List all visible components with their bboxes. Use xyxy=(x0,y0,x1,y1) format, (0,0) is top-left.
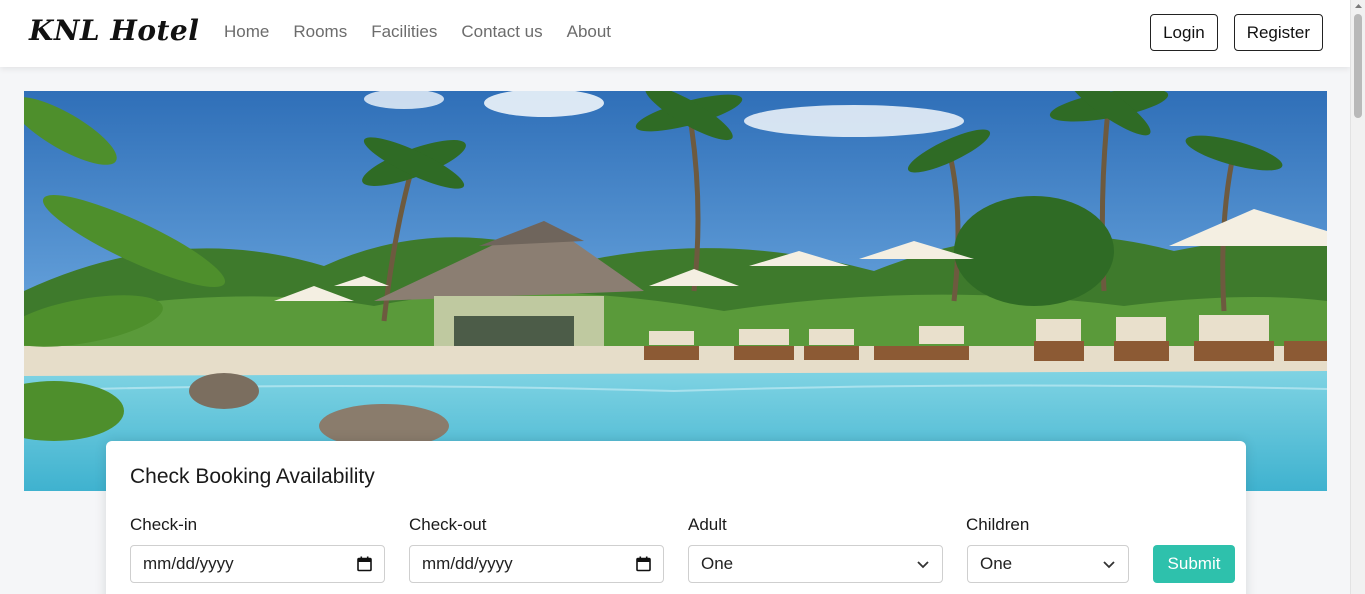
scroll-thumb[interactable] xyxy=(1354,14,1362,118)
booking-title: Check Booking Availability xyxy=(130,465,375,488)
hero-image xyxy=(24,91,1327,491)
page-scrollbar[interactable] xyxy=(1350,0,1365,594)
checkout-date-input[interactable]: mm/dd/yyyy xyxy=(409,545,664,583)
auth-buttons: Login Register xyxy=(1150,14,1323,51)
booking-availability-card: Check Booking Availability Check-in mm/d… xyxy=(106,441,1246,594)
children-label: Children xyxy=(966,515,1030,534)
hero-resort-illustration xyxy=(24,91,1327,491)
chevron-down-icon xyxy=(917,561,929,569)
brand-logo[interactable]: KNL Hotel xyxy=(29,14,199,47)
nav-link-about[interactable]: About xyxy=(567,22,611,42)
checkin-value: mm/dd/yyyy xyxy=(143,554,234,573)
nav-link-rooms[interactable]: Rooms xyxy=(293,22,347,42)
register-button[interactable]: Register xyxy=(1233,14,1323,51)
checkout-value: mm/dd/yyyy xyxy=(422,554,513,573)
calendar-icon[interactable] xyxy=(636,556,651,572)
calendar-icon[interactable] xyxy=(357,556,372,572)
adult-label: Adult xyxy=(688,515,727,534)
children-select[interactable]: One xyxy=(967,545,1129,583)
chevron-down-icon xyxy=(1103,561,1115,569)
adult-value: One xyxy=(701,554,734,573)
checkin-label: Check-in xyxy=(130,515,198,534)
nav-link-facilities[interactable]: Facilities xyxy=(371,22,437,42)
nav-links: Home Rooms Facilities Contact us About xyxy=(224,22,611,42)
nav-link-contact[interactable]: Contact us xyxy=(461,22,542,42)
checkout-label: Check-out xyxy=(409,515,487,534)
submit-button[interactable]: Submit xyxy=(1153,545,1235,583)
adult-select[interactable]: One xyxy=(688,545,943,583)
login-button[interactable]: Login xyxy=(1150,14,1218,51)
navbar: KNL Hotel Home Rooms Facilities Contact … xyxy=(0,0,1350,67)
checkin-date-input[interactable]: mm/dd/yyyy xyxy=(130,545,385,583)
scroll-up-icon[interactable] xyxy=(1354,2,1363,11)
nav-link-home[interactable]: Home xyxy=(224,22,269,42)
children-value: One xyxy=(980,554,1013,573)
